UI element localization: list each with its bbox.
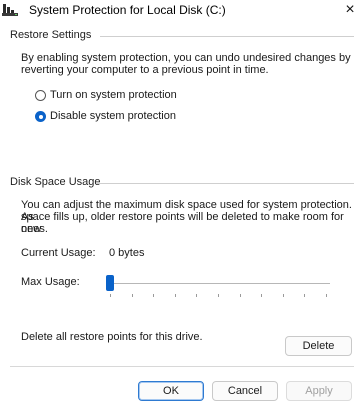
slider-tick [153, 294, 155, 297]
restore-settings-description-line-2: reverting your computer to a previous po… [21, 64, 269, 76]
apply-button[interactable]: Apply [286, 381, 352, 401]
window-title: System Protection for Local Disk (C:) [29, 3, 226, 17]
slider-tick [218, 294, 219, 297]
close-button[interactable]: × [336, 0, 364, 20]
drive-icon [2, 3, 24, 17]
title-bar: System Protection for Local Disk (C:) × [0, 0, 364, 22]
restore-settings-description-line-1: By enabling system protection, you can u… [21, 52, 351, 64]
disable-protection-label[interactable]: Disable system protection [50, 110, 176, 122]
disable-protection-radio[interactable] [35, 111, 46, 122]
disk-space-usage-divider [96, 183, 354, 184]
slider-tick [326, 294, 327, 297]
max-usage-slider[interactable] [106, 274, 330, 298]
delete-button[interactable]: Delete [285, 336, 352, 356]
delete-restore-points-text: Delete all restore points for this drive… [21, 331, 203, 343]
slider-tick [110, 294, 111, 297]
turn-on-protection-radio[interactable] [35, 90, 46, 101]
disk-space-description-line-3: ones. [21, 223, 48, 235]
restore-settings-label: Restore Settings [10, 29, 92, 41]
current-usage-value: 0 bytes [109, 247, 145, 259]
current-usage-label: Current Usage: [21, 247, 96, 259]
slider-tick [196, 294, 198, 297]
slider-track [106, 283, 330, 284]
turn-on-protection-label[interactable]: Turn on system protection [50, 89, 177, 101]
slider-tick [304, 294, 306, 297]
slider-tick [261, 294, 263, 297]
disk-space-description-line-2: space fills up, older restore points wil… [21, 211, 344, 235]
slider-tick [239, 294, 241, 297]
disk-space-usage-label: Disk Space Usage [10, 176, 101, 188]
restore-settings-divider [100, 36, 354, 37]
ok-button[interactable]: OK [138, 381, 204, 401]
slider-tick [174, 294, 176, 297]
slider-thumb[interactable] [106, 275, 114, 291]
slider-tick [282, 294, 284, 297]
max-usage-label: Max Usage: [21, 276, 80, 288]
footer-divider [10, 366, 354, 367]
slider-tick [131, 294, 133, 297]
cancel-button[interactable]: Cancel [212, 381, 278, 401]
